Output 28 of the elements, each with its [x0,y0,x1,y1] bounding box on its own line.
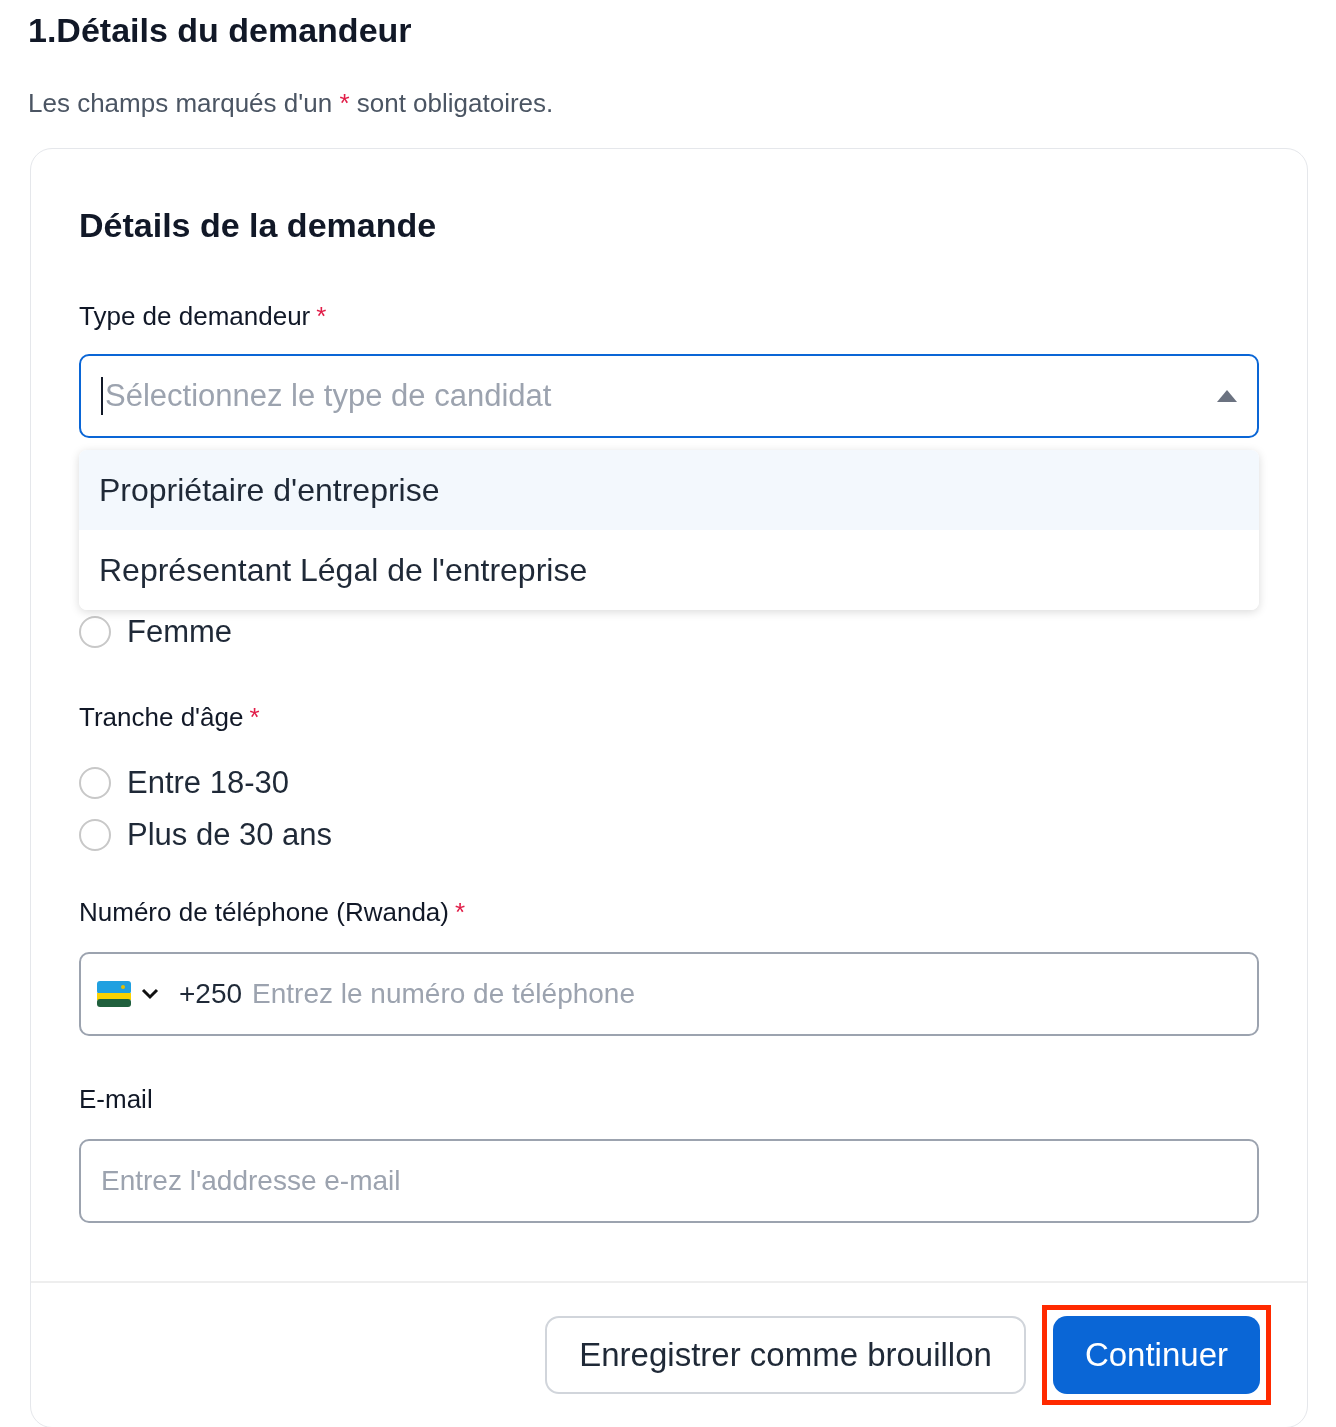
radio-label: Plus de 30 ans [127,815,333,854]
email-field[interactable]: Entrez l'addresse e-mail [79,1139,1259,1223]
field-label: E-mail [79,1083,153,1116]
radio-label: Femme [127,612,233,651]
field-label: Type de demandeur [79,300,311,333]
required-mark: * [316,300,327,333]
radio-button[interactable] [79,819,111,851]
required-mark: * [249,701,260,734]
continue-button[interactable]: Continuer [1052,1316,1260,1394]
dial-code: +250 [179,977,243,1011]
radio-button[interactable] [79,767,111,799]
page-title: 1.Détails du demandeur [28,10,413,51]
select-placeholder: Sélectionnez le type de candidat [101,377,1217,415]
phone-input[interactable]: Entrez le numéro de téléphone [252,973,1241,1015]
field-label: Numéro de téléphone (Rwanda) [79,896,449,929]
radio-button[interactable] [79,616,111,648]
radio-label: Entre 18-30 [127,763,289,802]
flag-icon [97,981,131,1007]
card-title: Détails de la demande [79,205,438,246]
chevron-down-icon[interactable] [141,988,159,1000]
field-label: Tranche d'âge [79,701,244,734]
caret-up-icon [1217,390,1237,402]
draft-button[interactable]: Enregistrer comme brouillon [545,1316,1026,1394]
required-mark: * [455,896,466,929]
dropdown-option[interactable]: Représentant Légal de l'entreprise [79,530,1259,610]
required-note: Les champs marqués d'un * sont obligatoires. [28,87,555,120]
phone-field[interactable]: +250 Entrez le numéro de téléphone [79,952,1259,1036]
dropdown-option[interactable]: Propriétaire d'entreprise [79,450,1259,530]
